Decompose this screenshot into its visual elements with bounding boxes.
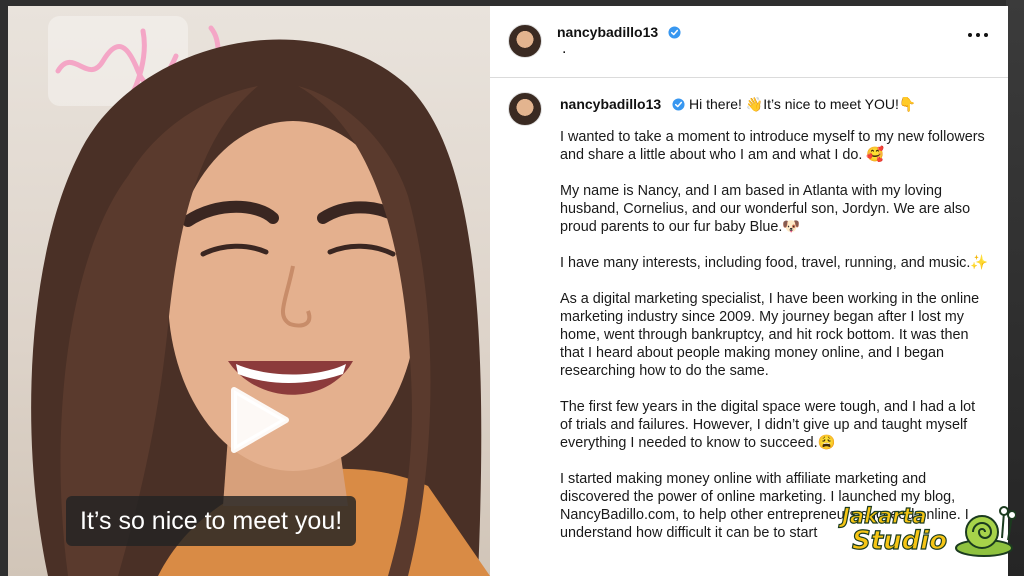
watermark-logo: Jakarta Studio [841,502,1016,560]
caption-paragraph: I have many interests, including food, t… [560,255,989,271]
background-strip [1006,0,1024,576]
video-player[interactable]: It’s so nice to meet you! [8,6,490,576]
person-illustration [31,39,490,576]
location-dot: . [562,40,567,57]
caption-paragraph: I wanted to take a moment to introduce m… [560,129,985,163]
avatar[interactable] [508,24,542,58]
caption-paragraph: As a digital marketing specialist, I hav… [560,291,980,379]
watermark-line2: Studio [851,525,948,556]
verified-badge-icon [672,98,685,111]
more-options-icon[interactable] [968,30,990,40]
caption-text: I wanted to take a moment to introduce m… [560,128,990,560]
header-username[interactable]: nancybadillo13 [557,24,658,40]
video-caption: It’s so nice to meet you! [66,496,357,546]
caption-paragraph: My name is Nancy, and I am based in Atla… [560,183,971,235]
post-header: nancybadillo13 . [490,6,1008,78]
snail-icon [955,506,1016,557]
post-panel: nancybadillo13 . nancybadillo13 Hi there… [490,6,1008,576]
caption-paragraph: The first few years in the digital space… [560,399,976,451]
play-icon[interactable] [220,382,296,458]
verified-badge-icon [668,26,681,39]
caption-greeting: Hi there! 👋It’s nice to meet YOU!👇 [689,96,917,112]
watermark-line1: Jakarta [841,503,927,528]
caption-username[interactable]: nancybadillo13 [560,96,661,112]
avatar[interactable] [508,92,542,126]
